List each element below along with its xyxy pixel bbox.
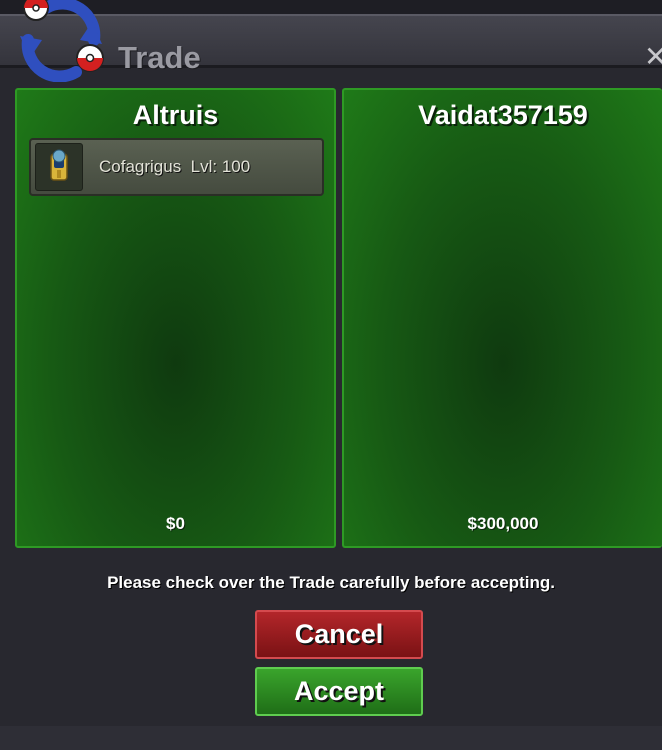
my-money-offer: $0 [166, 514, 185, 533]
accept-button[interactable]: Accept [255, 667, 423, 716]
cofagrigus-icon [35, 143, 83, 191]
my-offer-panel: Altruis Cofagrigus Lvl: 100 $0 [15, 88, 336, 548]
close-icon[interactable]: ✕ [644, 40, 662, 74]
item-name: Cofagrigus [99, 157, 182, 176]
my-player-name: Altruis [132, 100, 219, 130]
trade-item-slot[interactable]: Cofagrigus Lvl: 100 [29, 138, 324, 196]
cancel-button[interactable]: Cancel [255, 610, 423, 659]
partner-offer-panel: Vaidat357159 $300,000 [342, 88, 662, 548]
partner-player-name: Vaidat357159 [418, 100, 588, 130]
item-label: Cofagrigus Lvl: 100 [99, 157, 250, 177]
item-level: Lvl: 100 [190, 157, 251, 176]
trade-logo-icon [20, 0, 104, 82]
trade-notice: Please check over the Trade carefully be… [107, 573, 555, 592]
window-title: Trade [118, 40, 201, 75]
bottom-strip [0, 726, 662, 750]
partner-money-offer: $300,000 [467, 514, 539, 533]
